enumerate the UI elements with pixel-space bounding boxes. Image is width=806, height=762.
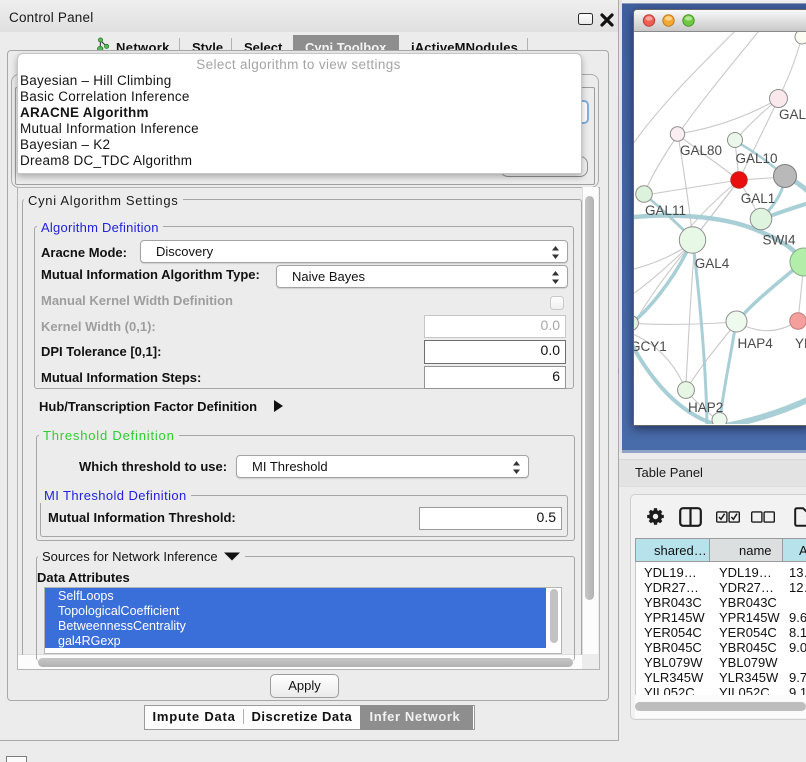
svg-text:HAP2: HAP2: [688, 400, 723, 415]
svg-text:GCY1: GCY1: [634, 339, 667, 354]
svg-text:SWI4: SWI4: [763, 233, 796, 248]
svg-text:GAL80: GAL80: [680, 143, 722, 158]
svg-text:HAP4: HAP4: [738, 336, 774, 351]
svg-text:GAL11: GAL11: [645, 203, 686, 218]
svg-text:YM: YM: [795, 336, 806, 351]
svg-text:GAL4: GAL4: [695, 256, 730, 271]
svg-text:GAL10: GAL10: [736, 151, 778, 166]
svg-text:GAL1: GAL1: [741, 191, 776, 206]
svg-text:GAL7: GAL7: [779, 107, 806, 122]
